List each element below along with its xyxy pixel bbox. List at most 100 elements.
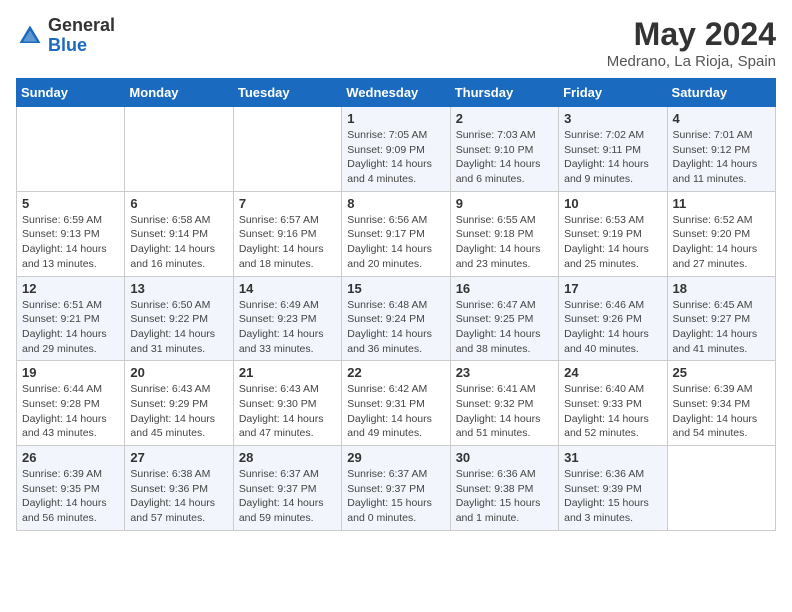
day-number: 17 [564, 281, 661, 296]
weekday-header-saturday: Saturday [667, 79, 775, 107]
logo-icon [16, 22, 44, 50]
calendar-cell: 29Sunrise: 6:37 AM Sunset: 9:37 PM Dayli… [342, 446, 450, 531]
calendar-cell: 3 Sunrise: 7:02 AM Sunset: 9:11 PM Daylig… [559, 107, 667, 192]
day-info: Sunrise: 6:37 AM Sunset: 9:37 PM Dayligh… [239, 467, 336, 526]
day-number: 10 [564, 196, 661, 211]
day-number: 25 [673, 365, 770, 380]
day-number: 16 [456, 281, 553, 296]
page-header: General Blue May 2024 Medrano, La Rioja,… [16, 16, 776, 70]
calendar-cell: 21 Sunrise: 6:43 AM Sunset: 9:30 PM Dayli… [233, 361, 341, 446]
day-info: Sunrise: 6:55 AM Sunset: 9:18 PM Dayligh… [456, 213, 553, 272]
calendar-cell [233, 107, 341, 192]
day-number: 15 [347, 281, 444, 296]
weekday-header-monday: Monday [125, 79, 233, 107]
calendar-cell: 23 Sunrise: 6:41 AM Sunset: 9:32 PM Dayli… [450, 361, 558, 446]
day-info: Sunrise: 6:46 AM Sunset: 9:26 PM Dayligh… [564, 298, 661, 357]
calendar-cell: 25Sunrise: 6:39 AM Sunset: 9:34 PM Dayli… [667, 361, 775, 446]
day-number: 1 [347, 111, 444, 126]
day-info: Sunrise: 6:44 AM Sunset: 9:28 PM Dayligh… [22, 382, 119, 441]
day-info: Sunrise: 6:40 AM Sunset: 9:33 PM Dayligh… [564, 382, 661, 441]
month-title: May 2024 [607, 16, 776, 53]
calendar-cell: 17 Sunrise: 6:46 AM Sunset: 9:26 PM Dayli… [559, 276, 667, 361]
calendar-cell: 20 Sunrise: 6:43 AM Sunset: 9:29 PM Dayli… [125, 361, 233, 446]
calendar-week-3: 12 Sunrise: 6:51 AM Sunset: 9:21 PM Dayli… [17, 276, 776, 361]
calendar-week-1: 1Sunrise: 7:05 AM Sunset: 9:09 PM Daylig… [17, 107, 776, 192]
calendar-cell: 8 Sunrise: 6:56 AM Sunset: 9:17 PM Daylig… [342, 191, 450, 276]
calendar-week-2: 5Sunrise: 6:59 AM Sunset: 9:13 PM Daylig… [17, 191, 776, 276]
calendar-cell: 31Sunrise: 6:36 AM Sunset: 9:39 PM Dayli… [559, 446, 667, 531]
day-info: Sunrise: 6:52 AM Sunset: 9:20 PM Dayligh… [673, 213, 770, 272]
day-info: Sunrise: 6:43 AM Sunset: 9:30 PM Dayligh… [239, 382, 336, 441]
calendar-cell: 27Sunrise: 6:38 AM Sunset: 9:36 PM Dayli… [125, 446, 233, 531]
day-number: 4 [673, 111, 770, 126]
calendar-cell: 18Sunrise: 6:45 AM Sunset: 9:27 PM Dayli… [667, 276, 775, 361]
day-number: 7 [239, 196, 336, 211]
day-info: Sunrise: 6:49 AM Sunset: 9:23 PM Dayligh… [239, 298, 336, 357]
weekday-header-thursday: Thursday [450, 79, 558, 107]
weekday-header-wednesday: Wednesday [342, 79, 450, 107]
calendar-cell: 1Sunrise: 7:05 AM Sunset: 9:09 PM Daylig… [342, 107, 450, 192]
calendar-table: SundayMondayTuesdayWednesdayThursdayFrid… [16, 78, 776, 531]
day-number: 5 [22, 196, 119, 211]
day-info: Sunrise: 6:41 AM Sunset: 9:32 PM Dayligh… [456, 382, 553, 441]
calendar-cell: 14Sunrise: 6:49 AM Sunset: 9:23 PM Dayli… [233, 276, 341, 361]
day-info: Sunrise: 6:43 AM Sunset: 9:29 PM Dayligh… [130, 382, 227, 441]
day-number: 11 [673, 196, 770, 211]
day-info: Sunrise: 7:01 AM Sunset: 9:12 PM Dayligh… [673, 128, 770, 187]
calendar-cell: 13 Sunrise: 6:50 AM Sunset: 9:22 PM Dayli… [125, 276, 233, 361]
day-info: Sunrise: 6:50 AM Sunset: 9:22 PM Dayligh… [130, 298, 227, 357]
day-info: Sunrise: 7:02 AM Sunset: 9:11 PM Dayligh… [564, 128, 661, 187]
day-info: Sunrise: 6:39 AM Sunset: 9:35 PM Dayligh… [22, 467, 119, 526]
day-info: Sunrise: 6:37 AM Sunset: 9:37 PM Dayligh… [347, 467, 444, 526]
day-info: Sunrise: 6:56 AM Sunset: 9:17 PM Dayligh… [347, 213, 444, 272]
calendar-cell: 16 Sunrise: 6:47 AM Sunset: 9:25 PM Dayli… [450, 276, 558, 361]
calendar-cell: 2Sunrise: 7:03 AM Sunset: 9:10 PM Daylig… [450, 107, 558, 192]
day-number: 8 [347, 196, 444, 211]
day-number: 20 [130, 365, 227, 380]
calendar-body: 1Sunrise: 7:05 AM Sunset: 9:09 PM Daylig… [17, 107, 776, 531]
day-number: 28 [239, 450, 336, 465]
calendar-cell: 15Sunrise: 6:48 AM Sunset: 9:24 PM Dayli… [342, 276, 450, 361]
calendar-cell: 11 Sunrise: 6:52 AM Sunset: 9:20 PM Dayli… [667, 191, 775, 276]
logo-general: General [48, 15, 115, 35]
calendar-cell: 22 Sunrise: 6:42 AM Sunset: 9:31 PM Dayli… [342, 361, 450, 446]
calendar-cell: 12 Sunrise: 6:51 AM Sunset: 9:21 PM Dayli… [17, 276, 125, 361]
day-info: Sunrise: 6:58 AM Sunset: 9:14 PM Dayligh… [130, 213, 227, 272]
weekday-row: SundayMondayTuesdayWednesdayThursdayFrid… [17, 79, 776, 107]
day-number: 24 [564, 365, 661, 380]
day-number: 21 [239, 365, 336, 380]
calendar-week-4: 19Sunrise: 6:44 AM Sunset: 9:28 PM Dayli… [17, 361, 776, 446]
day-info: Sunrise: 6:42 AM Sunset: 9:31 PM Dayligh… [347, 382, 444, 441]
calendar-cell [125, 107, 233, 192]
calendar-cell [667, 446, 775, 531]
title-block: May 2024 Medrano, La Rioja, Spain [607, 16, 776, 70]
day-number: 3 [564, 111, 661, 126]
day-number: 9 [456, 196, 553, 211]
day-info: Sunrise: 6:36 AM Sunset: 9:38 PM Dayligh… [456, 467, 553, 526]
calendar-cell: 6Sunrise: 6:58 AM Sunset: 9:14 PM Daylig… [125, 191, 233, 276]
location: Medrano, La Rioja, Spain [607, 53, 776, 70]
logo-text: General Blue [48, 16, 115, 56]
calendar-cell: 10 Sunrise: 6:53 AM Sunset: 9:19 PM Dayli… [559, 191, 667, 276]
day-info: Sunrise: 6:47 AM Sunset: 9:25 PM Dayligh… [456, 298, 553, 357]
calendar-cell: 30 Sunrise: 6:36 AM Sunset: 9:38 PM Dayli… [450, 446, 558, 531]
day-info: Sunrise: 6:51 AM Sunset: 9:21 PM Dayligh… [22, 298, 119, 357]
weekday-header-sunday: Sunday [17, 79, 125, 107]
day-number: 26 [22, 450, 119, 465]
calendar-cell: 28 Sunrise: 6:37 AM Sunset: 9:37 PM Dayli… [233, 446, 341, 531]
day-info: Sunrise: 6:53 AM Sunset: 9:19 PM Dayligh… [564, 213, 661, 272]
day-number: 23 [456, 365, 553, 380]
day-number: 31 [564, 450, 661, 465]
calendar-cell: 24 Sunrise: 6:40 AM Sunset: 9:33 PM Dayli… [559, 361, 667, 446]
calendar-header: SundayMondayTuesdayWednesdayThursdayFrid… [17, 79, 776, 107]
day-number: 30 [456, 450, 553, 465]
calendar-cell: 26 Sunrise: 6:39 AM Sunset: 9:35 PM Dayli… [17, 446, 125, 531]
day-number: 13 [130, 281, 227, 296]
day-info: Sunrise: 6:45 AM Sunset: 9:27 PM Dayligh… [673, 298, 770, 357]
day-number: 22 [347, 365, 444, 380]
day-number: 12 [22, 281, 119, 296]
day-info: Sunrise: 7:03 AM Sunset: 9:10 PM Dayligh… [456, 128, 553, 187]
day-number: 27 [130, 450, 227, 465]
calendar-cell [17, 107, 125, 192]
calendar-cell: 5Sunrise: 6:59 AM Sunset: 9:13 PM Daylig… [17, 191, 125, 276]
